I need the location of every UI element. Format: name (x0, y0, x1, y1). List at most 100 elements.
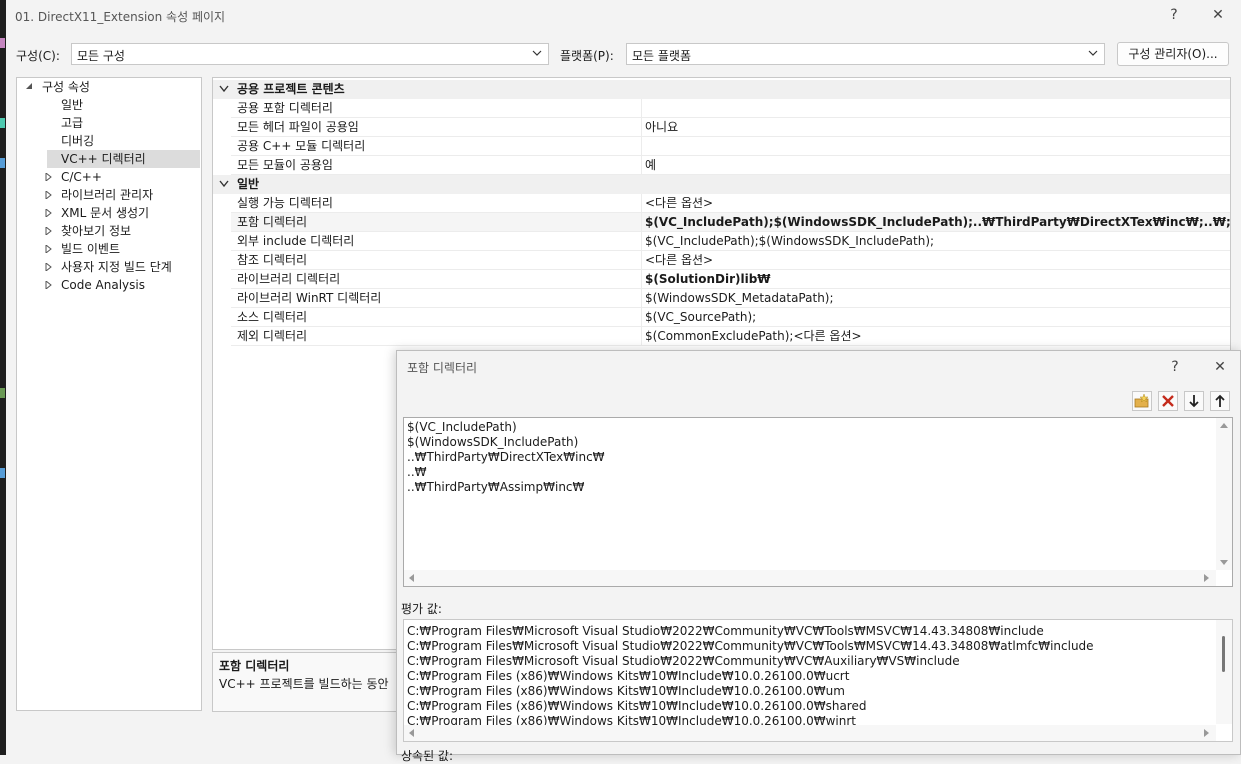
tree-item-general[interactable]: 일반 (61, 96, 83, 114)
tree-item-code-analysis[interactable]: Code Analysis (45, 276, 195, 294)
tree-item-custom-build-step[interactable]: 사용자 지정 빌드 단계 (45, 258, 195, 276)
include-entry[interactable]: ..₩ThirdParty₩Assimp₩inc₩ (407, 480, 584, 494)
scroll-right-icon[interactable] (1202, 574, 1210, 582)
include-path-editor[interactable]: $(VC_IncludePath) $(WindowsSDK_IncludePa… (403, 417, 1233, 587)
tree-item-label: VC++ 디렉터리 (61, 152, 146, 166)
property-name: 참조 디렉터리 (237, 253, 308, 267)
arrow-down-icon (1189, 395, 1199, 408)
chevron-down-icon (219, 85, 229, 93)
property-value: $(VC_SourcePath); (645, 310, 757, 324)
category-public-project-content[interactable]: 공용 프로젝트 콘텐츠 (213, 80, 1230, 99)
arrow-up-icon (1215, 394, 1225, 407)
scroll-thumb[interactable] (1222, 636, 1225, 672)
window-title: 01. DirectX11_Extension 속성 페이지 (15, 10, 226, 24)
chevron-down-icon (532, 50, 542, 56)
property-name: 공용 포함 디렉터리 (237, 101, 333, 115)
property-name: 라이브러리 WinRT 디렉터리 (237, 291, 382, 305)
collapsed-triangle-icon (45, 173, 52, 181)
new-line-icon (1134, 393, 1149, 408)
property-value: <다른 옵션> (645, 196, 714, 210)
tree-item-advanced[interactable]: 고급 (61, 114, 83, 132)
property-row[interactable]: 모든 헤더 파일이 공용임 아니요 (231, 118, 1230, 137)
tree-item-label: 사용자 지정 빌드 단계 (61, 260, 172, 274)
scroll-up-icon[interactable] (1220, 422, 1228, 430)
property-row[interactable]: 실행 가능 디렉터리 <다른 옵션> (231, 194, 1230, 213)
scroll-left-icon[interactable] (408, 729, 416, 737)
background-syntax-mark (0, 38, 5, 48)
background-syntax-mark (0, 388, 5, 398)
property-row[interactable]: 공용 포함 디렉터리 (231, 99, 1230, 118)
horizontal-scrollbar[interactable] (404, 570, 1216, 586)
property-row[interactable]: 제외 디렉터리 $(CommonExcludePath);<다른 옵션> (231, 327, 1230, 346)
include-entry[interactable]: $(WindowsSDK_IncludePath) (407, 435, 578, 449)
tree-item-label: 일반 (61, 98, 84, 112)
property-value: <다른 옵션> (645, 253, 714, 267)
close-button[interactable]: ✕ (1206, 4, 1230, 26)
include-directories-dialog: 포함 디렉터리 ? ✕ $(VC_IncludePath) $(WindowsS… (396, 350, 1241, 763)
tree-item-c-cpp[interactable]: C/C++ (45, 168, 195, 186)
evaluated-path: C:₩Program Files (x86)₩Windows Kits₩10₩I… (407, 684, 845, 698)
evaluated-path: C:₩Program Files (x86)₩Windows Kits₩10₩I… (407, 669, 850, 683)
evaluated-path: C:₩Program Files₩Microsoft Visual Studio… (407, 639, 1094, 653)
property-row-include-directories[interactable]: 포함 디렉터리 $(VC_IncludePath);$(WindowsSDK_In… (231, 213, 1230, 232)
property-name: 소스 디렉터리 (237, 310, 308, 324)
tree-root-config-properties[interactable]: 구성 속성 (23, 78, 201, 96)
move-down-button[interactable] (1184, 391, 1204, 411)
config-combo[interactable]: 모든 구성 (71, 43, 549, 65)
background-syntax-mark (0, 468, 5, 478)
platform-combo-value: 모든 플랫폼 (632, 49, 692, 63)
category-general[interactable]: 일반 (213, 175, 1230, 194)
tree-item-label: XML 문서 생성기 (61, 206, 150, 220)
property-value: 예 (645, 158, 657, 172)
tree-item-librarian[interactable]: 라이브러리 관리자 (45, 186, 195, 204)
evaluated-value-label: 평가 값: (401, 602, 442, 616)
include-entry[interactable]: ..₩ThirdParty₩DirectXTex₩inc₩ (407, 450, 605, 464)
property-row[interactable]: 라이브러리 디렉터리 $(SolutionDir)lib₩ (231, 270, 1230, 289)
vertical-scrollbar[interactable] (1216, 418, 1232, 570)
property-name: 라이브러리 디렉터리 (237, 272, 341, 286)
delete-line-button[interactable] (1158, 391, 1178, 411)
help-button[interactable]: ? (1162, 4, 1186, 26)
collapsed-triangle-icon (45, 191, 52, 199)
title-bar: 01. DirectX11_Extension 속성 페이지 ? ✕ (6, 0, 1241, 32)
vertical-scrollbar[interactable] (1216, 620, 1232, 724)
new-line-button[interactable] (1132, 391, 1152, 411)
include-entry[interactable]: $(VC_IncludePath) (407, 420, 517, 434)
scroll-left-icon[interactable] (408, 574, 416, 582)
property-row[interactable]: 라이브러리 WinRT 디렉터리 $(WindowsSDK_MetadataPat… (231, 289, 1230, 308)
tree-item-debugging[interactable]: 디버깅 (61, 132, 94, 150)
tree-item-label: Code Analysis (61, 278, 145, 292)
evaluated-value-list: C:₩Program Files₩Microsoft Visual Studio… (403, 619, 1233, 742)
property-name: 모든 헤더 파일이 공용임 (237, 120, 359, 134)
scroll-down-icon[interactable] (1220, 558, 1228, 566)
move-up-button[interactable] (1210, 391, 1230, 411)
include-entry[interactable]: ..₩ (407, 465, 427, 479)
tree-item-xml-doc-generator[interactable]: XML 문서 생성기 (45, 204, 195, 222)
property-row[interactable]: 모든 모듈이 공용임 예 (231, 156, 1230, 175)
tree-item-label: C/C++ (61, 170, 102, 184)
configuration-manager-button[interactable]: 구성 관리자(O)... (1117, 42, 1229, 66)
property-row[interactable]: 공용 C++ 모듈 디렉터리 (231, 137, 1230, 156)
collapsed-triangle-icon (45, 209, 52, 217)
dialog-close-button[interactable]: ✕ (1209, 357, 1231, 377)
evaluated-path: C:₩Program Files (x86)₩Windows Kits₩10₩I… (407, 699, 867, 713)
property-row[interactable]: 소스 디렉터리 $(VC_SourcePath); (231, 308, 1230, 327)
horizontal-scrollbar[interactable] (404, 725, 1216, 741)
property-row[interactable]: 외부 include 디렉터리 $(VC_IncludePath);$(Windo… (231, 232, 1230, 251)
property-value: 아니요 (645, 120, 679, 134)
scroll-right-icon[interactable] (1202, 729, 1210, 737)
tree-item-build-events[interactable]: 빌드 이벤트 (45, 240, 195, 258)
property-tree: 구성 속성 일반 고급 디버깅 VC++ 디렉터리 C/C++ 라이브러리 관리… (16, 77, 202, 711)
property-row[interactable]: 참조 디렉터리 <다른 옵션> (231, 251, 1230, 270)
dialog-help-button[interactable]: ? (1164, 357, 1186, 377)
description-title: 포함 디렉터리 (219, 659, 290, 673)
tree-item-browse-info[interactable]: 찾아보기 정보 (45, 222, 195, 240)
category-label: 일반 (237, 177, 260, 191)
tree-item-label: 고급 (61, 116, 84, 130)
collapsed-triangle-icon (45, 263, 52, 271)
property-value: $(VC_IncludePath);$(WindowsSDK_IncludePa… (645, 234, 935, 248)
inherited-value-label: 상속된 값: (401, 749, 454, 763)
platform-combo[interactable]: 모든 플랫폼 (626, 43, 1105, 65)
collapsed-triangle-icon (45, 245, 52, 253)
tree-item-vc-directories[interactable]: VC++ 디렉터리 (47, 150, 200, 168)
